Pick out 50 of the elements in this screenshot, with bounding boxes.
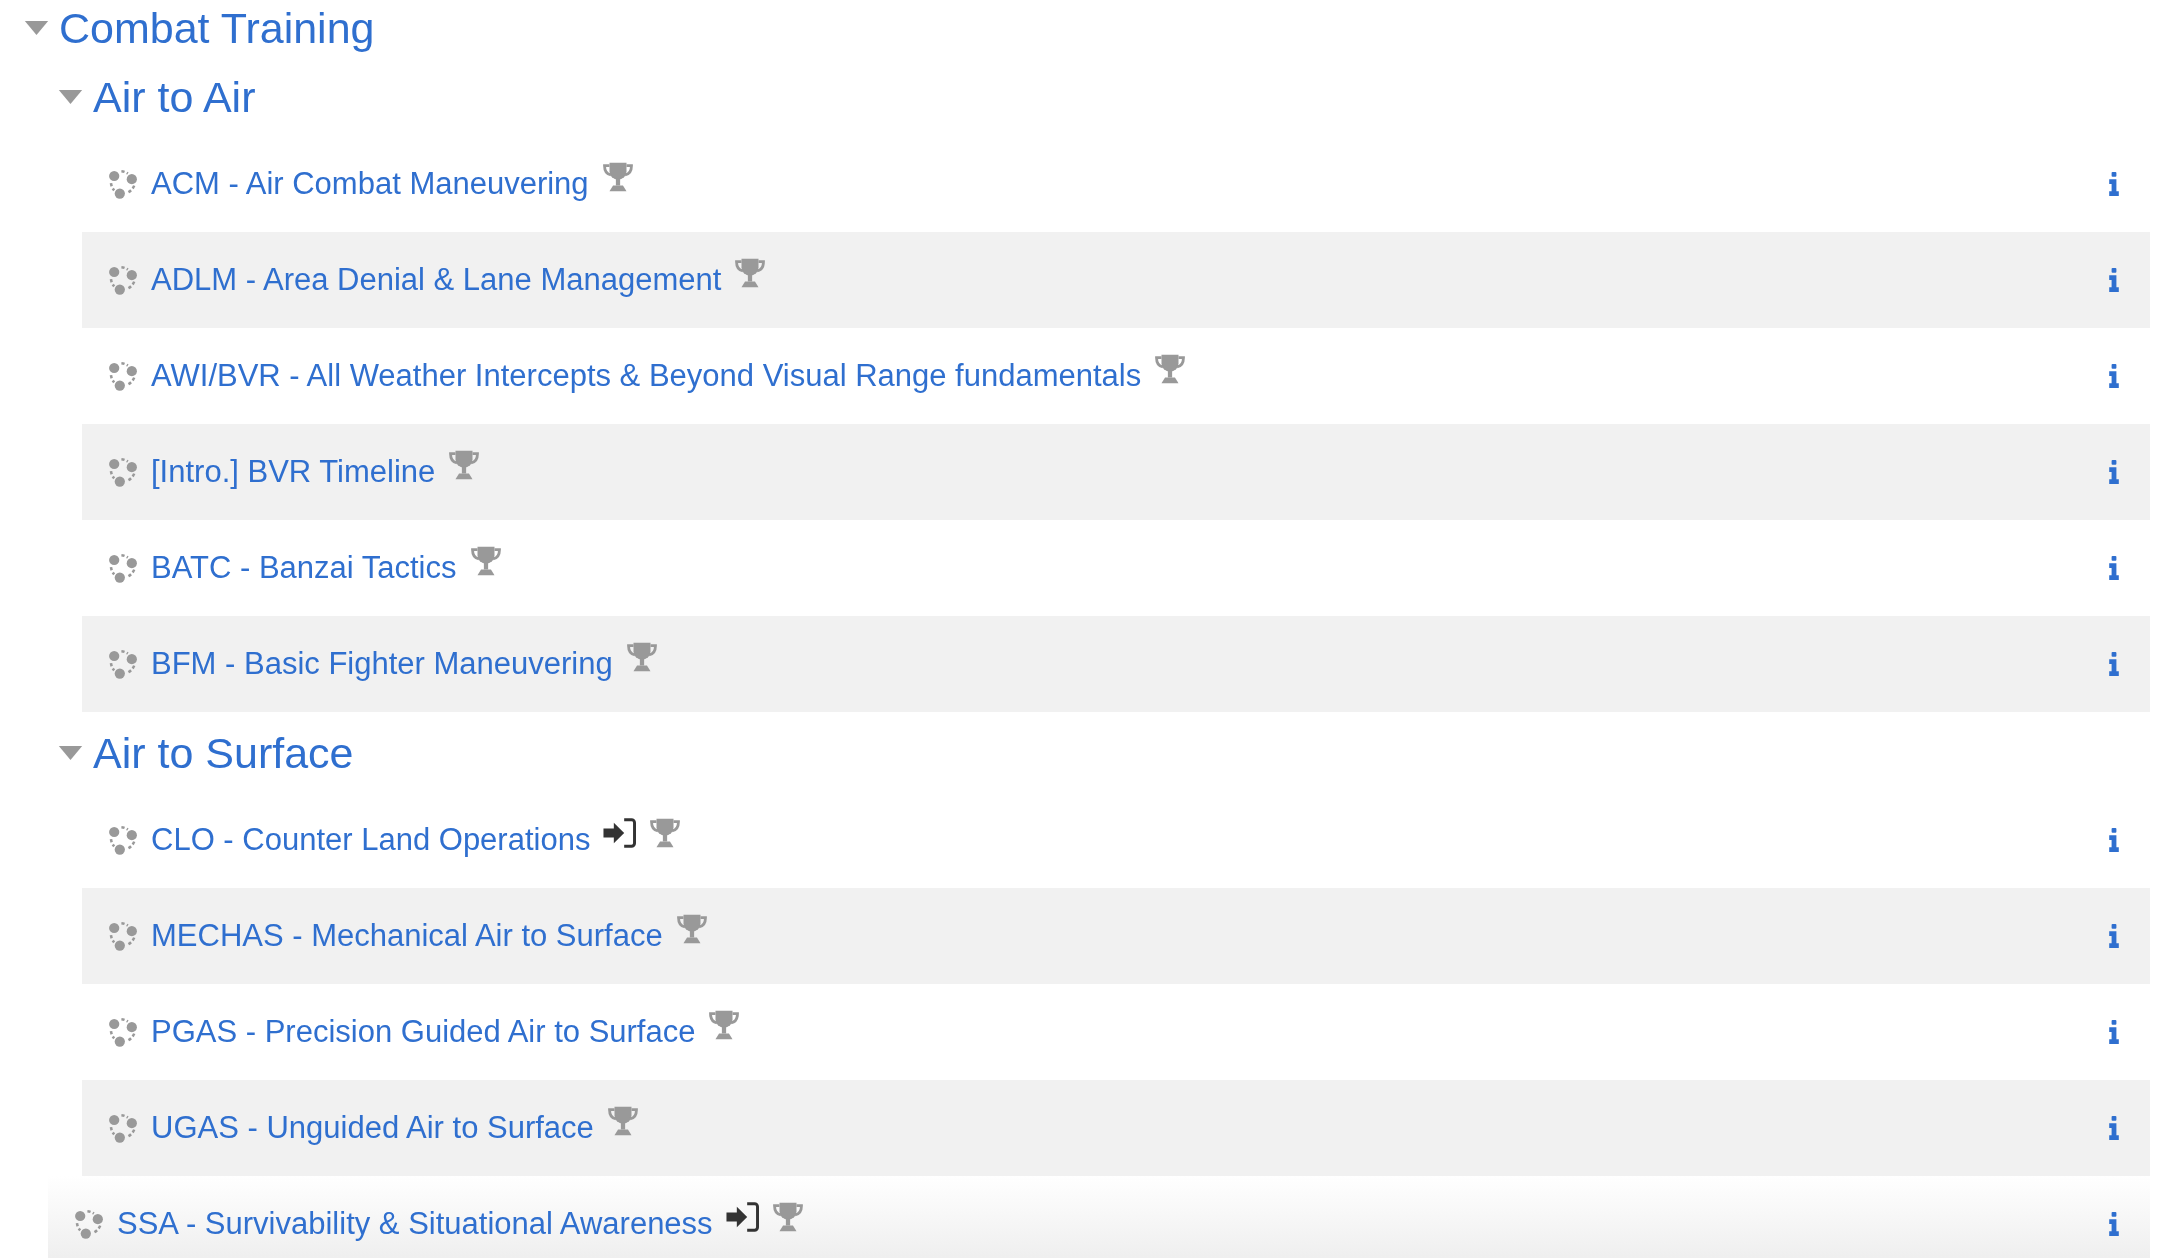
activity-link[interactable]: SSA - Survivability & Situational Awareness bbox=[117, 1206, 713, 1242]
info-icon[interactable] bbox=[2108, 652, 2120, 676]
activity-link[interactable]: AWI/BVR - All Weather Intercepts & Beyond Visual Range fundamentals bbox=[151, 358, 1142, 394]
activity-icon bbox=[107, 456, 139, 488]
activity-icon bbox=[107, 264, 139, 296]
info-icon[interactable] bbox=[2108, 556, 2120, 580]
activity-link[interactable]: ACM - Air Combat Maneuvering bbox=[151, 166, 589, 202]
info-icon[interactable] bbox=[2108, 1020, 2120, 1044]
info-icon[interactable] bbox=[2108, 460, 2120, 484]
activity-icon bbox=[107, 824, 139, 856]
info-icon[interactable] bbox=[2108, 172, 2120, 196]
trophy-icon bbox=[600, 160, 635, 194]
activity-link[interactable]: PGAS - Precision Guided Air to Surface bbox=[151, 1014, 696, 1050]
trophy-icon bbox=[624, 640, 659, 674]
activity-icon bbox=[107, 552, 139, 584]
activity-link[interactable]: MECHAS - Mechanical Air to Surface bbox=[151, 918, 663, 954]
trophy-icon bbox=[468, 544, 503, 578]
caret-icon[interactable] bbox=[58, 90, 83, 104]
activity-link[interactable]: CLO - Counter Land Operations bbox=[151, 822, 591, 858]
trophy-icon bbox=[605, 1104, 640, 1138]
section-heading[interactable]: Combat Training bbox=[59, 3, 375, 53]
trophy-icon bbox=[674, 912, 709, 946]
caret-icon[interactable] bbox=[58, 746, 83, 760]
activity-icon bbox=[107, 360, 139, 392]
info-icon[interactable] bbox=[2108, 1212, 2120, 1236]
trophy-icon bbox=[733, 256, 768, 290]
trophy-icon bbox=[648, 816, 683, 850]
activity-icon bbox=[73, 1208, 105, 1240]
activity-link[interactable]: [Intro.] BVR Timeline bbox=[151, 454, 436, 490]
activity-link[interactable]: ADLM - Area Denial & Lane Management bbox=[151, 262, 722, 298]
trophy-icon bbox=[1153, 352, 1188, 386]
info-icon[interactable] bbox=[2108, 924, 2120, 948]
caret-icon[interactable] bbox=[24, 21, 49, 35]
section-heading[interactable]: Air to Air bbox=[93, 72, 256, 122]
activity-link[interactable]: BFM - Basic Fighter Maneuvering bbox=[151, 646, 613, 682]
trophy-icon bbox=[447, 448, 482, 482]
activity-link[interactable]: BATC - Banzai Tactics bbox=[151, 550, 457, 586]
activity-icon bbox=[107, 920, 139, 952]
info-icon[interactable] bbox=[2108, 364, 2120, 388]
activity-icon bbox=[107, 648, 139, 680]
activity-icon bbox=[107, 1016, 139, 1048]
info-icon[interactable] bbox=[2108, 1116, 2120, 1140]
info-icon[interactable] bbox=[2108, 268, 2120, 292]
activity-link[interactable]: UGAS - Unguided Air to Surface bbox=[151, 1110, 594, 1146]
section-heading[interactable]: Air to Surface bbox=[93, 728, 354, 778]
activity-icon bbox=[107, 1112, 139, 1144]
activity-icon bbox=[107, 168, 139, 200]
info-icon[interactable] bbox=[2108, 828, 2120, 852]
trophy-icon bbox=[707, 1008, 742, 1042]
trophy-icon bbox=[770, 1200, 805, 1234]
